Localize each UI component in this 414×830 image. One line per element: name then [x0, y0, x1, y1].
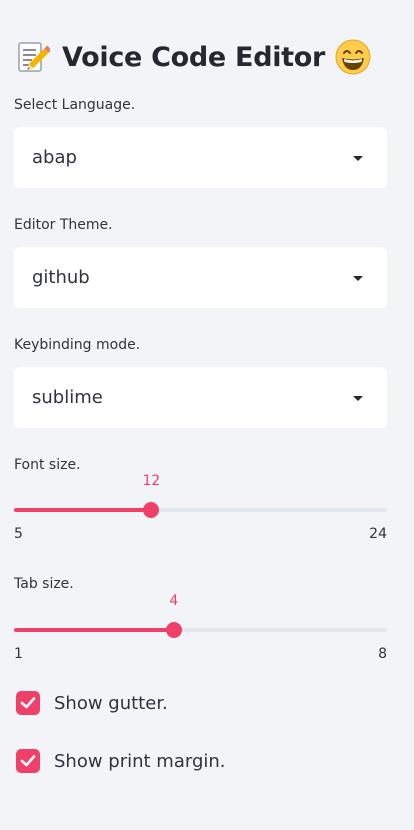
font-size-max: 24: [369, 526, 387, 542]
show-gutter-label: Show gutter.: [54, 692, 168, 714]
checkmark-icon: [20, 697, 36, 709]
tab-size-max: 8: [378, 646, 387, 662]
app-title-row: Voice Code Editor: [14, 36, 371, 78]
tab-size-slider[interactable]: 4: [14, 593, 387, 643]
keybinding-label: Keybinding mode.: [14, 337, 141, 353]
theme-label: Editor Theme.: [14, 217, 113, 233]
font-size-min: 5: [14, 526, 23, 542]
checkbox-checked[interactable]: [16, 691, 40, 715]
theme-select-value: github: [32, 267, 90, 288]
font-size-label: Font size.: [14, 457, 81, 473]
slider-fill: [14, 508, 152, 512]
keybinding-select-value: sublime: [32, 387, 103, 408]
show-print-margin-label: Show print margin.: [54, 750, 226, 772]
font-size-slider[interactable]: 12: [14, 473, 387, 523]
checkmark-icon: [20, 755, 36, 767]
slider-fill: [14, 628, 174, 632]
theme-select[interactable]: github: [14, 247, 387, 308]
tab-size-label: Tab size.: [14, 576, 74, 592]
tab-size-value: 4: [169, 593, 179, 609]
memo-icon: [14, 39, 52, 75]
chevron-down-icon: [353, 156, 363, 161]
language-label: Select Language.: [14, 97, 136, 113]
chevron-down-icon: [353, 396, 363, 401]
language-select[interactable]: abap: [14, 127, 387, 188]
grinning-face-icon: [335, 39, 371, 75]
tab-size-min: 1: [14, 646, 23, 662]
font-size-value: 12: [142, 473, 161, 489]
keybinding-select[interactable]: sublime: [14, 367, 387, 428]
show-gutter-checkbox[interactable]: Show gutter.: [16, 689, 168, 717]
chevron-down-icon: [353, 276, 363, 281]
slider-thumb[interactable]: [143, 502, 160, 518]
slider-thumb[interactable]: [165, 622, 182, 638]
checkbox-checked[interactable]: [16, 749, 40, 773]
show-print-margin-checkbox[interactable]: Show print margin.: [16, 747, 226, 775]
language-select-value: abap: [32, 147, 77, 168]
page-title: Voice Code Editor: [62, 41, 326, 73]
